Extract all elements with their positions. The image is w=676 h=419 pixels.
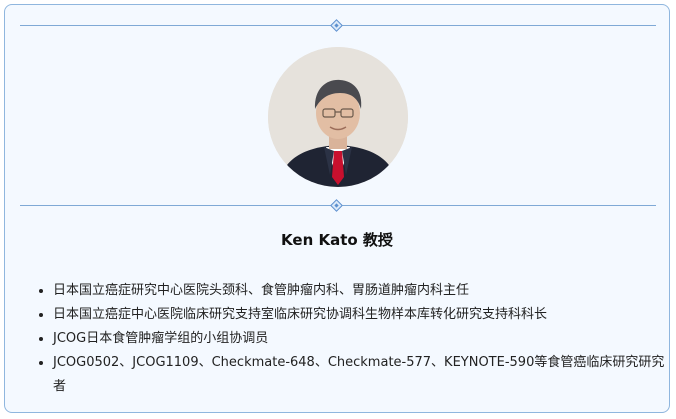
profile-card: Ken Kato 教授 日本国立癌症研究中心医院头颈科、食管肿瘤内科、胃肠道肿瘤… xyxy=(4,4,670,413)
portrait-photo-icon xyxy=(268,47,408,187)
diamond-ornament-icon xyxy=(330,199,343,212)
profile-name: Ken Kato 教授 xyxy=(281,231,393,249)
bio-list-item: JCOG日本食管肿瘤学组的小组协调员 xyxy=(53,327,673,351)
bio-list-item: 日本国立癌症中心医院临床研究支持室临床研究协调科生物样本库转化研究支持科科长 xyxy=(53,303,673,327)
avatar xyxy=(268,47,408,187)
bio-list-item: 日本国立癌症研究中心医院头颈科、食管肿瘤内科、胃肠道肿瘤内科主任 xyxy=(53,279,673,303)
bio-list-item: JCOG0502、JCOG1109、Checkmate-648、Checkmat… xyxy=(53,351,673,399)
diamond-ornament-icon xyxy=(330,19,343,32)
bottom-divider xyxy=(20,199,656,212)
top-divider xyxy=(20,19,656,32)
bio-list: 日本国立癌症研究中心医院头颈科、食管肿瘤内科、胃肠道肿瘤内科主任 日本国立癌症中… xyxy=(37,279,673,399)
